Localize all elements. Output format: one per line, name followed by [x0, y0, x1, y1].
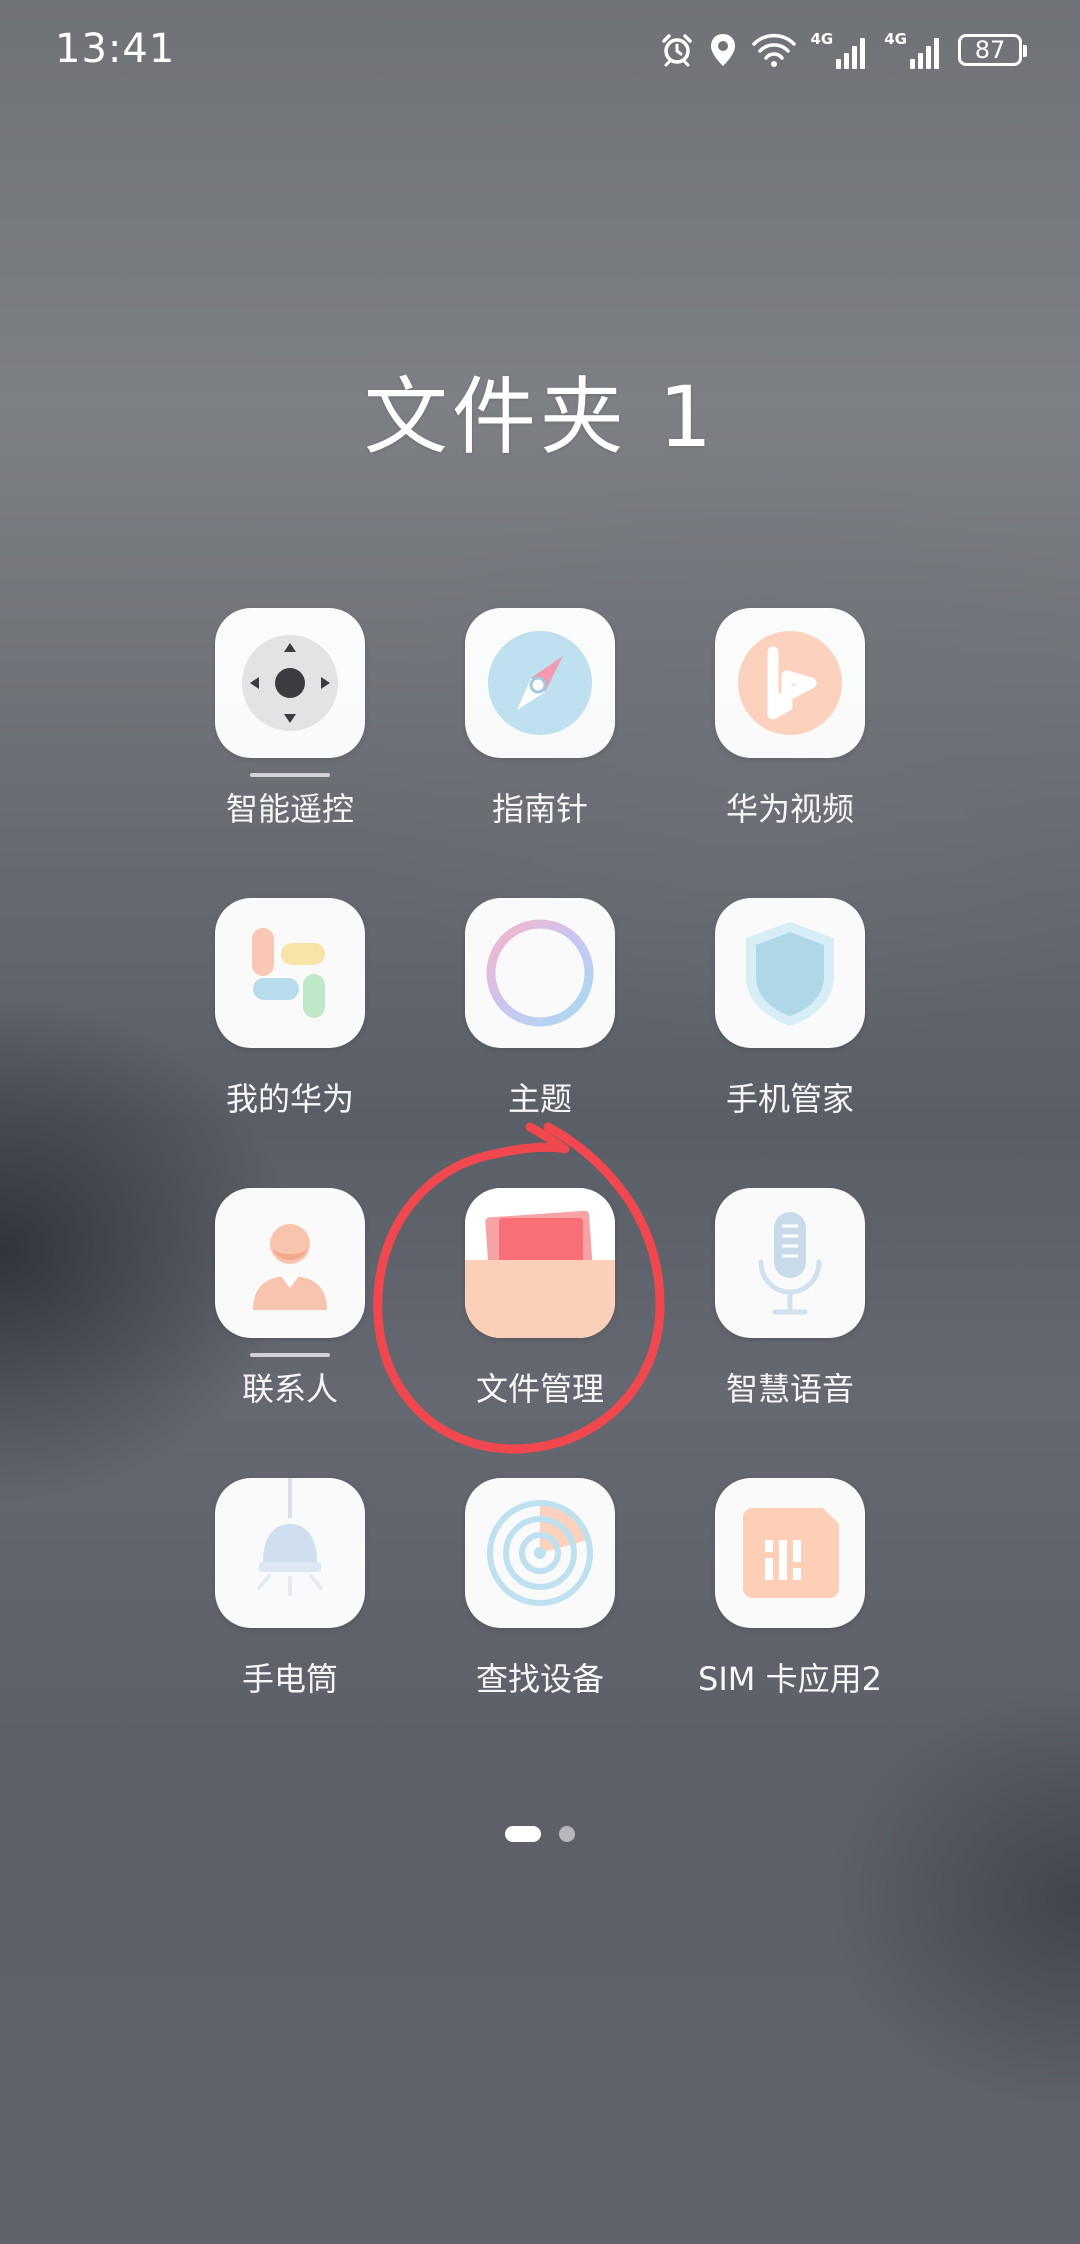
signal-icon — [910, 37, 939, 69]
app-label: 查找设备 — [475, 1660, 604, 1698]
page-dot-active[interactable] — [505, 1826, 541, 1842]
app-label: 华为视频 — [725, 790, 854, 828]
wifi-icon — [751, 33, 796, 67]
remote-control-icon — [215, 608, 365, 758]
app-label: 指南针 — [491, 790, 588, 828]
app-smart-voice[interactable]: 智慧语音 — [665, 1188, 915, 1428]
app-find-device[interactable]: 查找设备 — [415, 1478, 665, 1718]
app-label: 联系人 — [241, 1370, 338, 1408]
flashlight-icon — [215, 1478, 365, 1628]
radar-icon — [465, 1478, 615, 1628]
page-dot[interactable] — [559, 1826, 575, 1842]
app-file-manager[interactable]: 文件管理 — [415, 1188, 665, 1428]
new-install-indicator — [250, 773, 330, 777]
cellular-1: 4G — [810, 29, 871, 69]
compass-icon — [465, 608, 615, 758]
alarm-icon — [661, 34, 692, 67]
app-my-huawei[interactable]: 我的华为 — [165, 898, 415, 1138]
app-label: 手电筒 — [241, 1660, 338, 1698]
network-type-label: 4G — [810, 29, 834, 48]
app-label: 文件管理 — [475, 1370, 604, 1408]
new-install-indicator — [250, 1353, 330, 1357]
app-smart-remote[interactable]: 智能遥控 — [165, 608, 415, 848]
app-phone-manager[interactable]: 手机管家 — [665, 898, 915, 1138]
page-indicator[interactable] — [0, 1824, 1080, 1844]
app-sim-toolkit-2[interactable]: SIM 卡应用2 — [665, 1478, 915, 1718]
app-label: 我的华为 — [225, 1080, 354, 1118]
theme-ring-icon — [465, 898, 615, 1048]
app-label: 手机管家 — [725, 1080, 854, 1118]
sim-card-icon — [715, 1478, 865, 1628]
app-flashlight[interactable]: 手电筒 — [165, 1478, 415, 1718]
app-label: 智能遥控 — [225, 790, 354, 828]
network-type-label: 4G — [884, 29, 907, 48]
app-contacts[interactable]: 联系人 — [165, 1188, 415, 1428]
battery-icon: 87 — [958, 34, 1027, 66]
app-label: 主题 — [507, 1080, 572, 1118]
app-huawei-video[interactable]: 华为视频 — [665, 608, 915, 848]
battery-level: 87 — [974, 36, 1006, 64]
my-huawei-icon — [215, 898, 365, 1048]
contact-person-icon — [215, 1188, 365, 1338]
folder-title[interactable]: 文件夹 1 — [0, 350, 1080, 471]
app-themes[interactable]: 主题 — [415, 898, 665, 1138]
folder-files-icon — [465, 1188, 615, 1338]
video-play-icon — [715, 608, 865, 758]
status-time: 13:41 — [55, 26, 176, 72]
microphone-icon — [715, 1188, 865, 1338]
app-label: 智慧语音 — [725, 1370, 854, 1408]
app-label: SIM 卡应用2 — [698, 1660, 882, 1698]
shield-icon — [715, 898, 865, 1048]
signal-icon — [836, 37, 866, 69]
cellular-2: 4G — [884, 29, 944, 69]
status-bar: 13:41 4G 4G 87 — [0, 0, 1080, 100]
location-icon — [710, 34, 735, 66]
app-compass[interactable]: 指南针 — [415, 608, 665, 848]
status-icons: 4G 4G 87 — [659, 28, 1027, 72]
